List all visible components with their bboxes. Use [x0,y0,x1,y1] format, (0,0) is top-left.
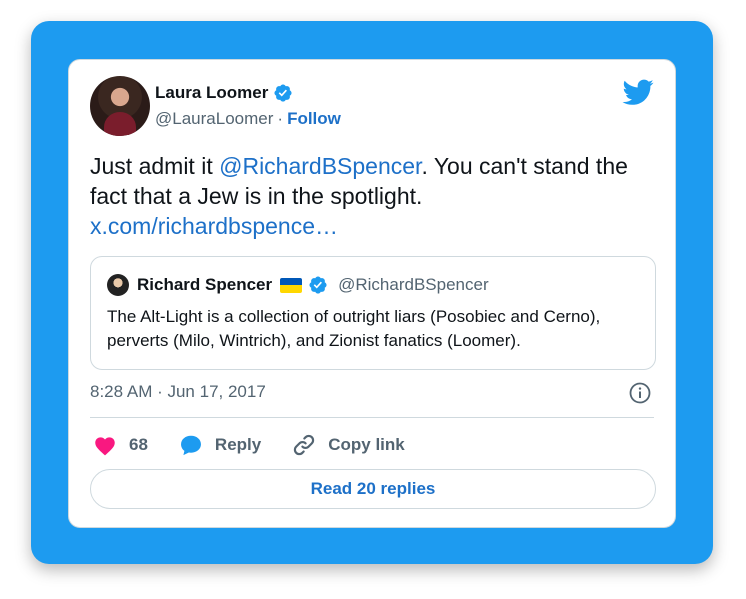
tweet-text: Just admit it @RichardBSpencer. You can'… [90,151,660,241]
reply-bubble-icon [180,435,201,456]
author-avatar[interactable] [90,76,150,136]
tweet-text-start: Just admit it [90,153,220,179]
verified-badge-icon [274,84,292,102]
twitter-bird-icon[interactable] [622,76,654,108]
mention-link[interactable]: @RichardBSpencer [219,153,421,179]
like-count: 68 [129,435,148,454]
author-block: Laura Loomer @LauraLoomer · Follow [155,82,341,129]
quoted-author-handle: @RichardBSpencer [338,275,489,294]
info-icon[interactable] [628,381,652,405]
separator-dot: · [277,109,284,128]
read-replies-button[interactable]: Read 20 replies [90,469,656,509]
action-bar: 68 Reply Copy link [92,430,435,460]
like-button[interactable]: 68 [92,432,148,458]
tweet-timestamp[interactable]: 8:28 AM · Jun 17, 2017 [90,382,266,402]
ukraine-flag-icon [280,277,303,293]
follow-link[interactable]: Follow [287,109,341,129]
copy-link-button[interactable]: Copy link [291,432,405,458]
tweet-card: Laura Loomer @LauraLoomer · Follow Just … [68,59,676,528]
quoted-header: Richard Spencer @RichardBSpencer [107,272,489,298]
tweet-url-link[interactable]: x.com/richardbspence… [90,213,338,239]
heart-icon [95,437,115,456]
link-icon [294,434,315,456]
quoted-author-name: Richard Spencer [137,275,273,294]
quoted-tweet[interactable]: Richard Spencer @RichardBSpencer The Alt… [90,256,656,370]
reply-label: Reply [214,435,262,454]
copy-link-label: Copy link [328,435,405,454]
author-handle-row: @LauraLoomer · Follow [155,109,341,129]
reply-button[interactable]: Reply [178,432,261,458]
quoted-text: The Alt-Light is a collection of outrigh… [107,307,601,350]
author-name[interactable]: Laura Loomer [155,83,268,103]
quoted-avatar [107,274,129,296]
author-name-row: Laura Loomer [155,82,341,104]
quoted-verified-badge-icon [309,276,327,294]
divider [90,417,654,418]
author-handle[interactable]: @LauraLoomer [155,109,273,129]
